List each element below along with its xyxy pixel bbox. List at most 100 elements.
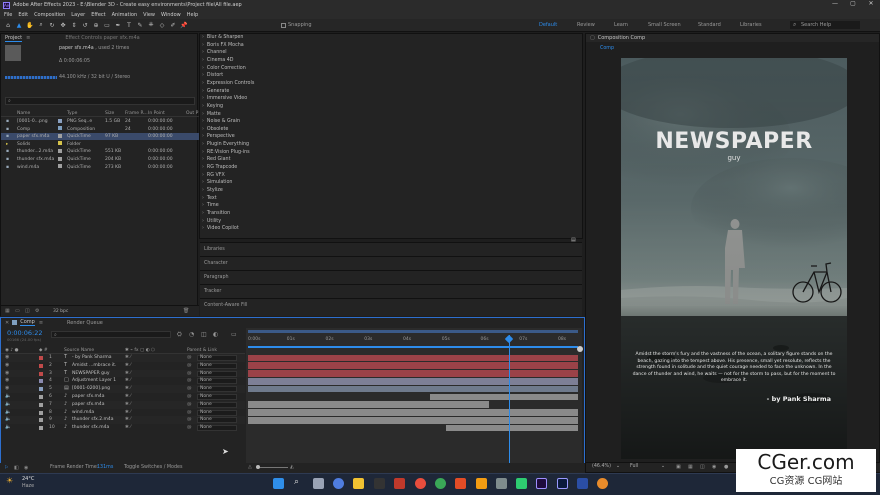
camera-icon[interactable]: ◉: [712, 464, 716, 470]
snapping-toggle[interactable]: Snapping: [281, 22, 312, 28]
pan-camera-icon[interactable]: ✥: [59, 21, 67, 29]
layer-name[interactable]: Amidst ...mbrace it.: [72, 362, 116, 370]
motion-blur-icon[interactable]: ◐: [213, 331, 218, 338]
zoom-dropdown-icon[interactable]: ⌄: [616, 464, 620, 469]
workspace-standard[interactable]: Standard: [698, 22, 721, 28]
home-icon[interactable]: ⌂: [4, 21, 12, 29]
minimize-icon[interactable]: —: [826, 0, 844, 7]
app-blue-icon[interactable]: [577, 478, 588, 489]
pick-whip-icon[interactable]: @: [187, 370, 192, 378]
col-in-point[interactable]: In Point: [148, 110, 165, 117]
firefox-icon[interactable]: [597, 478, 608, 489]
pick-whip-icon[interactable]: @: [187, 409, 192, 417]
effect-category[interactable]: Transition: [202, 210, 230, 218]
selection-tool-icon[interactable]: ▲: [15, 21, 23, 29]
layer-name[interactable]: paper sfx.m4a: [72, 393, 105, 401]
effect-category[interactable]: Red Giant: [202, 156, 231, 164]
effect-category[interactable]: Obsolete: [202, 126, 228, 134]
menu-help[interactable]: Help: [187, 12, 198, 18]
taskbar-search-icon[interactable]: ⌕: [294, 477, 299, 487]
new-folder-icon[interactable]: ▭: [15, 308, 20, 314]
current-timecode[interactable]: 0:00:06:22: [7, 329, 43, 337]
tracker-panel[interactable]: Tracker: [200, 284, 582, 298]
zoom-slider-handle[interactable]: [256, 465, 260, 469]
layer-row[interactable]: ◉ 1 T - by Pank Sharma ✱ ⁄ @ None: [1, 354, 245, 362]
effect-category[interactable]: Immersive Video: [202, 95, 247, 103]
menu-layer[interactable]: Layer: [71, 12, 85, 18]
layer-row[interactable]: 🔈 6 ♪ paper sfx.m4a ✱ ⁄ @ None: [1, 393, 245, 401]
layer-duration-bar[interactable]: [248, 385, 578, 393]
layer-label-color[interactable]: [39, 371, 43, 376]
snapping-checkbox[interactable]: [281, 22, 286, 28]
orbit-camera-icon[interactable]: ↻: [48, 21, 56, 29]
effect-category[interactable]: Perspective: [202, 133, 235, 141]
frame-blending-icon[interactable]: ◫: [201, 331, 207, 338]
parent-select[interactable]: None: [197, 355, 237, 361]
effect-category[interactable]: RG Trapcode: [202, 164, 237, 172]
panel-menu-icon[interactable]: ≡: [26, 35, 30, 41]
app-dark-icon[interactable]: [374, 478, 385, 489]
parent-select[interactable]: None: [197, 378, 237, 385]
effect-category[interactable]: Matte: [202, 111, 221, 119]
effect-category[interactable]: Color Correction: [202, 65, 246, 73]
workspace-learn[interactable]: Learn: [614, 22, 628, 28]
brush-tool-icon[interactable]: ✎: [136, 21, 144, 29]
visibility-eye-icon[interactable]: ◉: [5, 385, 9, 393]
visibility-eye-icon[interactable]: 🔈: [5, 416, 11, 424]
timeline-search-input[interactable]: ⌕: [51, 331, 171, 338]
visibility-eye-icon[interactable]: 🔈: [5, 409, 11, 417]
layer-label-color[interactable]: [39, 395, 43, 399]
layer-duration-bar[interactable]: [248, 362, 578, 369]
layer-label-color[interactable]: [39, 426, 43, 431]
layer-row[interactable]: 🔈 8 ♪ wind.m4a ✱ ⁄ @ None: [1, 409, 245, 417]
visibility-eye-icon[interactable]: ◉: [5, 362, 9, 370]
project-item-row[interactable]: ▪ wind.m4a QuickTime 273 KB 0:00:00:00: [1, 164, 199, 171]
effect-category[interactable]: Generate: [202, 88, 229, 96]
pick-whip-icon[interactable]: @: [187, 393, 192, 401]
app-green-icon[interactable]: [516, 478, 527, 489]
visibility-eye-icon[interactable]: 🔈: [5, 393, 11, 401]
zoom-slider[interactable]: [258, 467, 288, 468]
after-effects-taskbar-icon[interactable]: [536, 478, 547, 489]
col-type[interactable]: Type: [67, 110, 77, 117]
effect-category[interactable]: Blur & Sharpen: [202, 34, 243, 42]
transparency-grid-icon[interactable]: ▦: [688, 464, 693, 470]
layer-duration-bar[interactable]: [248, 409, 578, 416]
layer-name[interactable]: [0001-0200].png: [72, 385, 110, 393]
app-brand-icon[interactable]: [455, 478, 466, 489]
menu-file[interactable]: File: [4, 12, 12, 18]
visibility-eye-icon[interactable]: ◉: [5, 370, 9, 378]
close-tab-icon[interactable]: ✕: [5, 320, 9, 326]
layer-label-color[interactable]: [39, 387, 43, 392]
dolly-camera-icon[interactable]: ⇕: [70, 21, 78, 29]
parent-select[interactable]: None: [197, 370, 237, 377]
layer-duration-bar[interactable]: [248, 401, 489, 408]
parent-select[interactable]: None: [197, 417, 237, 424]
layer-name[interactable]: thunder sfx.2.m4a: [72, 416, 114, 424]
layer-label-color[interactable]: [39, 379, 43, 384]
task-view-icon[interactable]: [313, 478, 324, 489]
zoom-out-icon[interactable]: ◬: [248, 464, 252, 470]
premiere-taskbar-icon[interactable]: [557, 478, 568, 489]
shy-icon[interactable]: ◔: [189, 331, 194, 338]
content-aware-fill-panel[interactable]: Content-Aware Fill: [200, 298, 582, 316]
workspace-small-screen[interactable]: Small Screen: [648, 22, 681, 28]
zoom-level[interactable]: (46.4%): [592, 464, 611, 469]
layer-name[interactable]: wind.m4a: [72, 409, 94, 417]
menu-animation[interactable]: Animation: [112, 12, 138, 18]
weather-temp[interactable]: 24°C: [22, 476, 34, 482]
effect-category[interactable]: RE:Vision Plug-ins: [202, 149, 250, 157]
paragraph-panel[interactable]: Paragraph: [200, 270, 582, 284]
visibility-eye-icon[interactable]: ◉: [5, 354, 9, 362]
pan-behind-icon[interactable]: ⊕: [92, 21, 100, 29]
menu-window[interactable]: Window: [161, 12, 181, 18]
character-panel[interactable]: Character: [200, 256, 582, 270]
visibility-eye-icon[interactable]: ◉: [5, 377, 9, 385]
color-channel-icon[interactable]: ●: [724, 464, 728, 470]
visibility-eye-icon[interactable]: 🔈: [5, 424, 11, 432]
layer-label-color[interactable]: [39, 356, 43, 360]
effect-category[interactable]: Stylize: [202, 187, 223, 195]
layer-label-color[interactable]: [39, 410, 43, 415]
workspace-review[interactable]: Review: [577, 22, 595, 28]
layer-duration-bar[interactable]: [446, 424, 578, 432]
